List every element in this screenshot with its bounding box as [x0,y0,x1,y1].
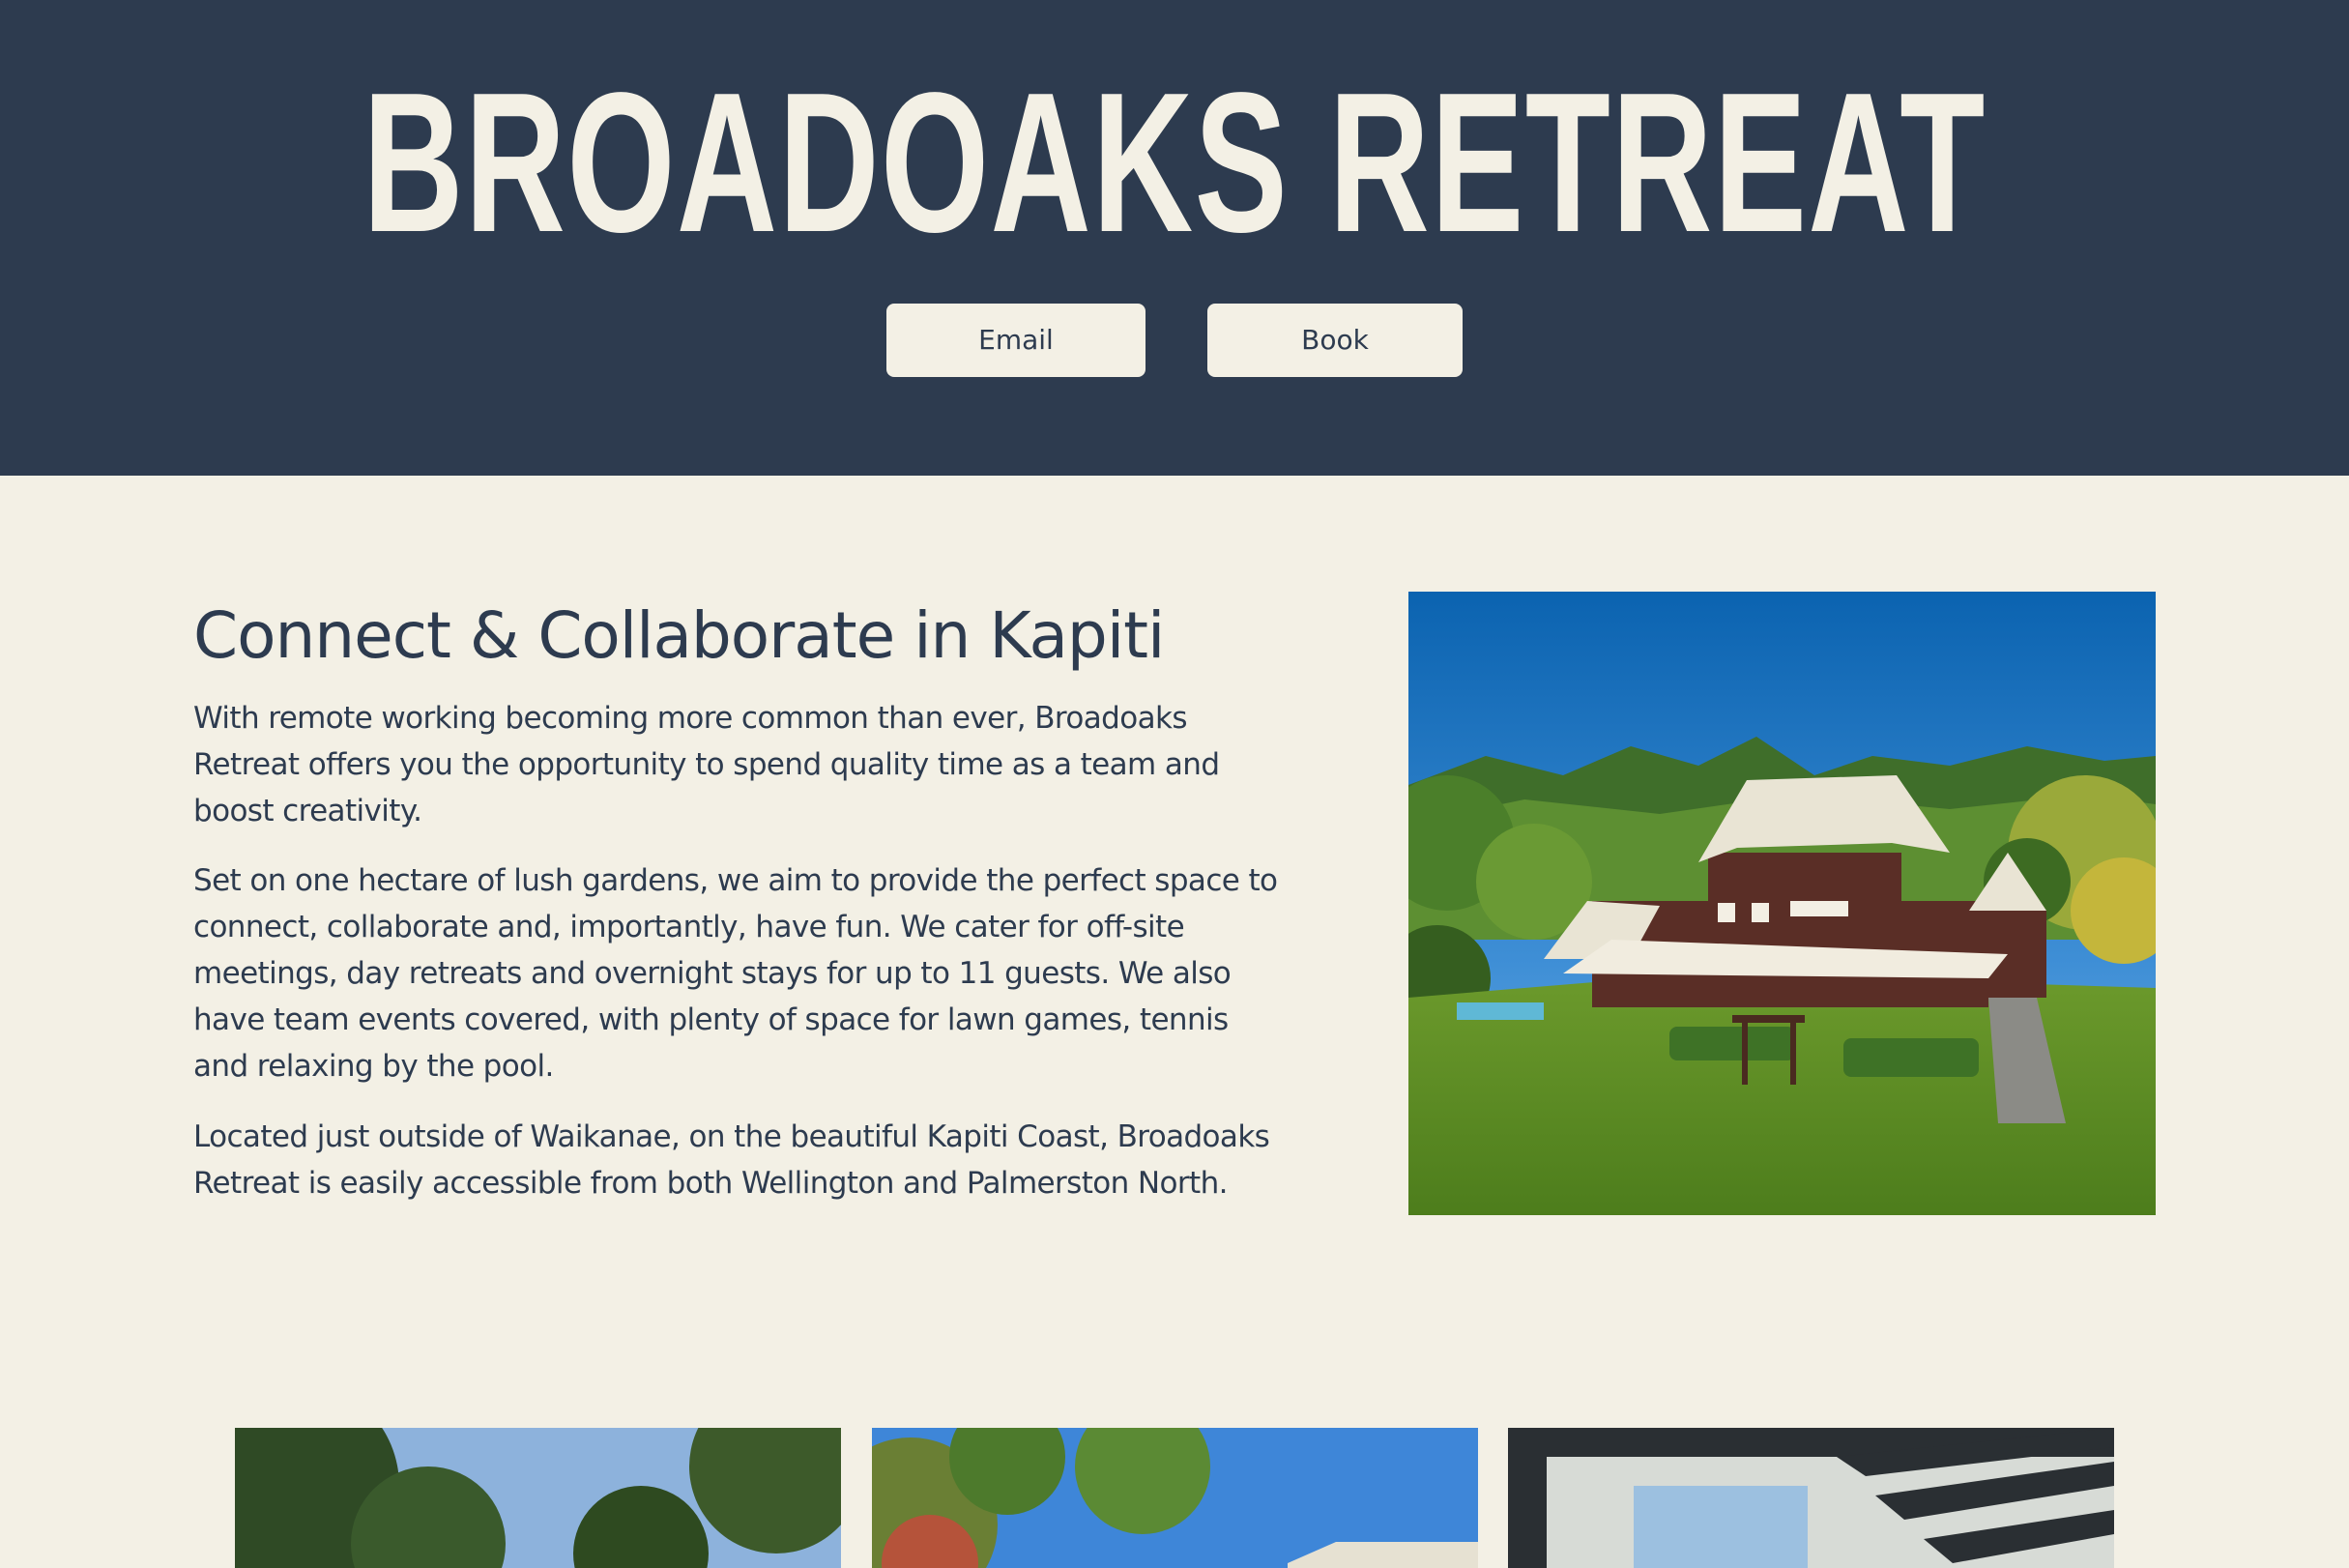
email-button[interactable]: Email [886,304,1146,377]
intro-paragraph: With remote working becoming more common… [193,701,1220,828]
intro-paragraph: Located just outside of Waikanae, on the… [193,1119,1270,1201]
retreat-house-photo [1408,592,2156,1215]
site-header: BROADOAKS RETREAT Email Book [0,0,2349,476]
site-title: BROADOAKS RETREAT [362,51,1986,274]
gallery-photo[interactable] [1508,1428,2114,1568]
gallery-photo[interactable] [235,1428,841,1568]
intro-paragraph: Set on one hectare of lush gardens, we a… [193,863,1278,1084]
intro-heading: Connect & Collaborate in Kapiti [193,598,1165,673]
gallery-photo[interactable] [872,1428,1478,1568]
book-button[interactable]: Book [1207,304,1463,377]
